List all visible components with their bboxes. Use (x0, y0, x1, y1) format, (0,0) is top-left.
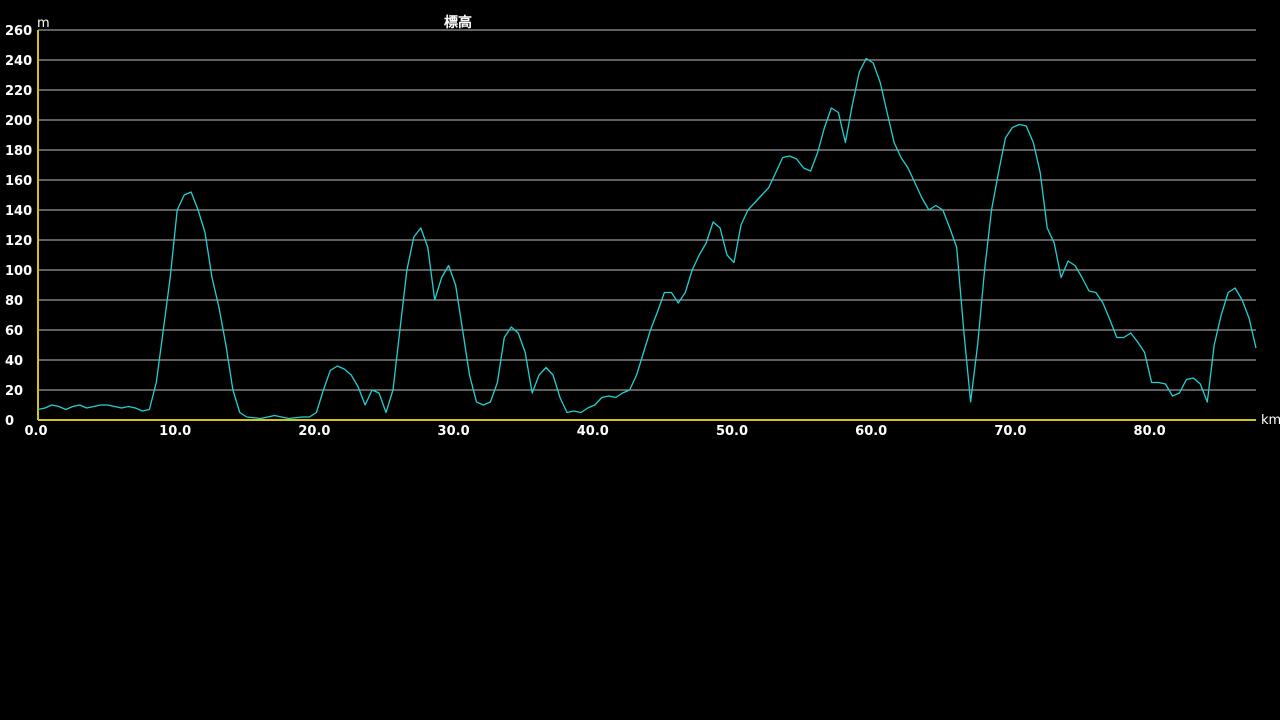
y-tick-label: 200 (5, 114, 32, 129)
x-tick-label: 50.0 (716, 424, 748, 439)
y-tick-label: 20 (5, 384, 23, 399)
chart-title: 標高 (444, 14, 472, 31)
y-unit-label: m (37, 16, 50, 31)
y-tick-label: 260 (5, 24, 32, 39)
y-tick-label: 100 (5, 264, 32, 279)
y-tick-label: 140 (5, 204, 32, 219)
y-tick-label: 60 (5, 324, 23, 339)
elevation-chart: 0 20 40 60 80 100 120 140 160 180 200 220 240 260 0.0 1… (0, 0, 1280, 720)
x-tick-label: 40.0 (577, 424, 609, 439)
x-tick-label: 70.0 (994, 424, 1026, 439)
x-tick-label: 0.0 (24, 424, 47, 439)
y-tick-label: 120 (5, 234, 32, 249)
x-unit-label: km (1261, 413, 1280, 428)
x-tick-label: 20.0 (298, 424, 330, 439)
x-tick-label: 60.0 (855, 424, 887, 439)
y-tick-label: 220 (5, 84, 32, 99)
x-tick-label: 10.0 (159, 424, 191, 439)
y-tick-label: 0 (5, 414, 14, 429)
x-tick-label: 80.0 (1134, 424, 1166, 439)
y-tick-label: 180 (5, 144, 32, 159)
x-tick-label: 30.0 (438, 424, 470, 439)
y-tick-label: 40 (5, 354, 23, 369)
y-tick-label: 80 (5, 294, 23, 309)
y-tick-label: 240 (5, 54, 32, 69)
y-tick-label: 160 (5, 174, 32, 189)
